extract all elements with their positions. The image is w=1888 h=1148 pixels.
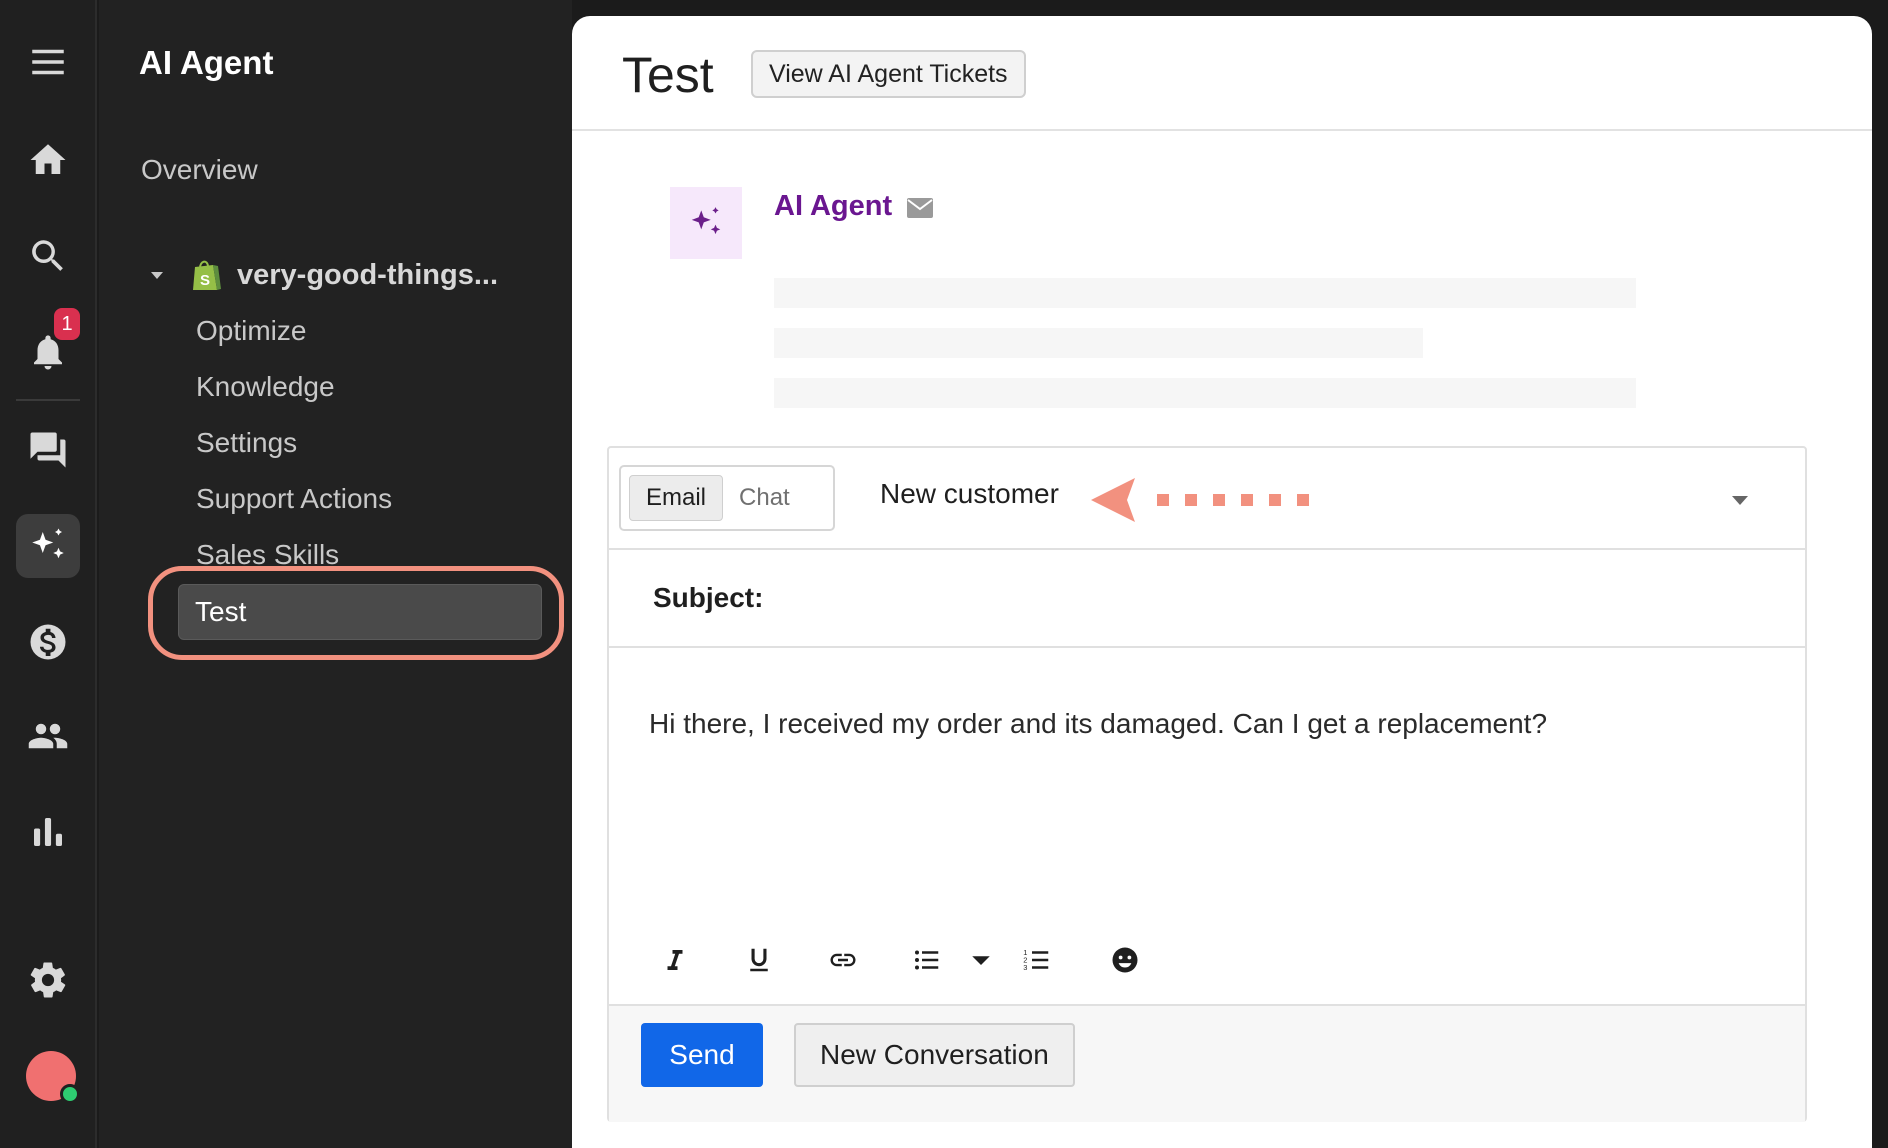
nav-item-settings[interactable]: Settings bbox=[196, 427, 297, 459]
main-panel: Test View AI Agent Tickets AI Agent Emai… bbox=[572, 16, 1872, 1148]
notification-badge: 1 bbox=[54, 308, 80, 340]
svg-text:3: 3 bbox=[1023, 963, 1027, 972]
rail-divider bbox=[16, 399, 80, 401]
caret-down-icon[interactable] bbox=[961, 940, 1001, 980]
mail-icon bbox=[907, 198, 933, 218]
store-toggle[interactable]: S very-good-things... bbox=[151, 258, 498, 292]
emoji-icon[interactable] bbox=[1105, 940, 1145, 980]
underline-icon[interactable] bbox=[739, 940, 779, 980]
home-icon[interactable] bbox=[16, 128, 80, 192]
italic-icon[interactable] bbox=[655, 940, 695, 980]
numbered-list-icon[interactable]: 123 bbox=[1017, 940, 1057, 980]
nav-item-support-actions[interactable]: Support Actions bbox=[196, 483, 392, 515]
agent-name: AI Agent bbox=[774, 190, 893, 222]
loading-skeleton-line bbox=[774, 378, 1636, 408]
channel-chat-tab[interactable]: Chat bbox=[723, 475, 806, 521]
message-composer: Email Chat New customer Subject: Hi ther… bbox=[607, 446, 1807, 1122]
agent-avatar bbox=[670, 187, 742, 259]
view-tickets-button[interactable]: View AI Agent Tickets bbox=[751, 50, 1026, 98]
dollar-icon[interactable] bbox=[16, 610, 80, 674]
secondary-nav: AI Agent Overview S very-good-things... … bbox=[99, 0, 572, 1148]
nav-item-knowledge[interactable]: Knowledge bbox=[196, 371, 335, 403]
loading-skeleton-line bbox=[774, 328, 1423, 358]
gear-icon[interactable] bbox=[16, 948, 80, 1012]
formatting-toolbar: 123 bbox=[609, 926, 1805, 996]
nav-item-sales-skills[interactable]: Sales Skills bbox=[196, 539, 339, 571]
shopify-bag-icon: S bbox=[193, 260, 221, 290]
caret-down-icon bbox=[151, 271, 163, 279]
bullet-list-icon[interactable] bbox=[907, 940, 947, 980]
page-title: Test bbox=[622, 47, 714, 103]
page-header: Test View AI Agent Tickets bbox=[572, 16, 1872, 131]
link-icon[interactable] bbox=[823, 940, 863, 980]
nav-item-optimize[interactable]: Optimize bbox=[196, 315, 306, 347]
svg-text:S: S bbox=[200, 272, 210, 289]
chevron-down-icon[interactable] bbox=[1732, 496, 1748, 505]
icon-rail: 1 bbox=[0, 0, 97, 1148]
channel-email-tab[interactable]: Email bbox=[629, 475, 724, 521]
subject-row[interactable]: Subject: bbox=[609, 550, 1805, 648]
nav-item-test[interactable]: Test bbox=[178, 584, 542, 640]
search-icon[interactable] bbox=[16, 224, 80, 288]
new-conversation-button[interactable]: New Conversation bbox=[794, 1023, 1075, 1087]
loading-skeleton-line bbox=[774, 278, 1636, 308]
ai-sparkle-icon[interactable] bbox=[16, 514, 80, 578]
analytics-icon[interactable] bbox=[16, 800, 80, 864]
channel-toggle: Email Chat bbox=[619, 465, 835, 531]
subject-label: Subject: bbox=[653, 582, 764, 613]
customer-select[interactable]: New customer bbox=[880, 478, 1059, 510]
send-button[interactable]: Send bbox=[641, 1023, 763, 1087]
menu-icon[interactable] bbox=[16, 30, 80, 94]
message-body[interactable]: Hi there, I received my order and its da… bbox=[649, 708, 1547, 740]
conversations-icon[interactable] bbox=[16, 418, 80, 482]
store-name: very-good-things... bbox=[237, 258, 498, 291]
composer-top-bar: Email Chat New customer bbox=[609, 448, 1805, 550]
ai-sparkle-icon bbox=[691, 207, 721, 235]
users-icon[interactable] bbox=[16, 704, 80, 768]
online-status-dot bbox=[60, 1084, 80, 1104]
composer-footer: Send New Conversation bbox=[609, 1004, 1805, 1122]
pointer-arrow-annotation bbox=[1091, 478, 1309, 522]
nav-title: AI Agent bbox=[139, 44, 274, 81]
nav-item-overview[interactable]: Overview bbox=[141, 154, 258, 186]
